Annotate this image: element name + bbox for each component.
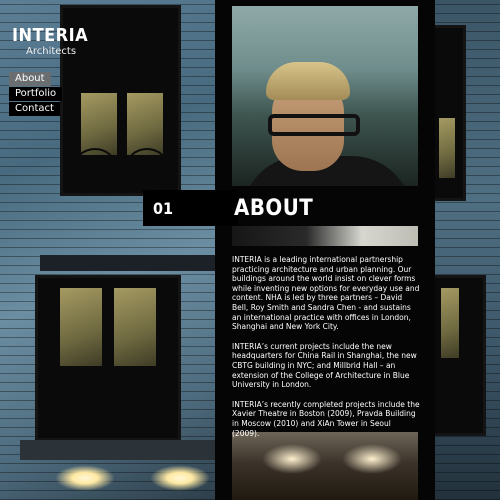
brand-name: INTERIA — [12, 25, 89, 46]
photo-strip — [232, 226, 418, 246]
paragraph: INTERIA’s current projects include the n… — [232, 341, 417, 390]
portrait-photo — [232, 6, 418, 186]
nav-item-portfolio[interactable]: Portfolio — [9, 87, 63, 101]
nav-item-contact[interactable]: Contact — [9, 102, 60, 116]
right-window — [432, 275, 486, 436]
logo[interactable]: INTERIA Architects — [12, 26, 88, 58]
nav-item-about[interactable]: About — [9, 72, 51, 86]
paragraph: INTERIA’s recently completed projects in… — [232, 399, 420, 438]
lower-window — [35, 275, 181, 441]
main-nav: About Portfolio Contact — [9, 72, 63, 117]
section-number: 01 — [153, 199, 174, 218]
section-heading: ABOUT — [234, 196, 314, 221]
paragraph: INTERIA is a leading international partn… — [232, 255, 420, 332]
street-light — [150, 465, 210, 491]
street-light — [55, 465, 115, 491]
brand-tagline: Architects — [26, 46, 77, 57]
right-window — [432, 25, 466, 201]
about-content: INTERIA is a leading international partn… — [232, 255, 420, 448]
window-ledge — [40, 255, 215, 271]
lower-ledge — [20, 440, 215, 460]
glasses-detail — [268, 114, 360, 136]
